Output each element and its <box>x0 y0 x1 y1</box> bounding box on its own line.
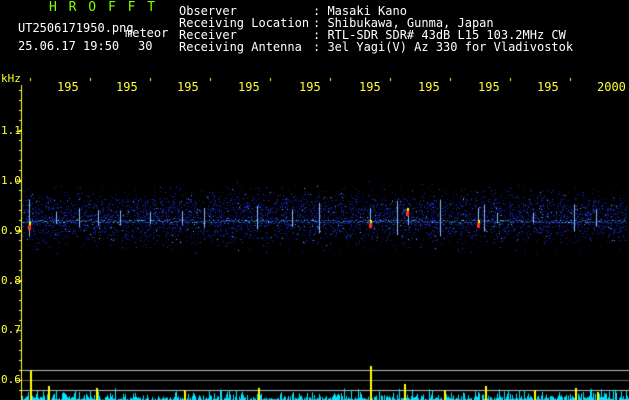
meteor-count: 30 <box>138 39 153 53</box>
spectrogram-canvas <box>0 0 629 400</box>
x-tick-label: 195 <box>238 80 260 94</box>
x-tick-label: 195 <box>478 80 500 94</box>
app-title: H R O F F T <box>49 0 158 15</box>
y-tick-label: 1.0 <box>1 174 21 187</box>
x-tick-label: 2000 <box>597 80 626 94</box>
y-tick-label: 1.1 <box>1 124 21 137</box>
unit-label: kHz <box>1 72 21 85</box>
x-tick-label: 195 <box>177 80 199 94</box>
x-tick-label: 195 <box>299 80 321 94</box>
x-tick-label: 195 <box>359 80 381 94</box>
y-tick-label: 0.7 <box>1 323 21 336</box>
y-tick-label: 0.8 <box>1 274 21 287</box>
type-label: meteor <box>125 26 169 40</box>
y-tick-label: 0.6 <box>1 373 21 386</box>
filename-label: UT2506171950.png <box>18 21 134 35</box>
y-tick-label: 0.9 <box>1 224 21 237</box>
x-tick-label: 195 <box>57 80 79 94</box>
x-tick-label: 195 <box>116 80 138 94</box>
antenna-label: Receiving Antenna <box>179 40 302 54</box>
antenna-value: : 3el Yagi(V) Az 330 for Vladivostok <box>313 40 574 54</box>
x-tick-label: 195 <box>418 80 440 94</box>
datetime-label: 25.06.17 19:50 <box>18 39 120 53</box>
x-tick-label: 195 <box>537 80 559 94</box>
